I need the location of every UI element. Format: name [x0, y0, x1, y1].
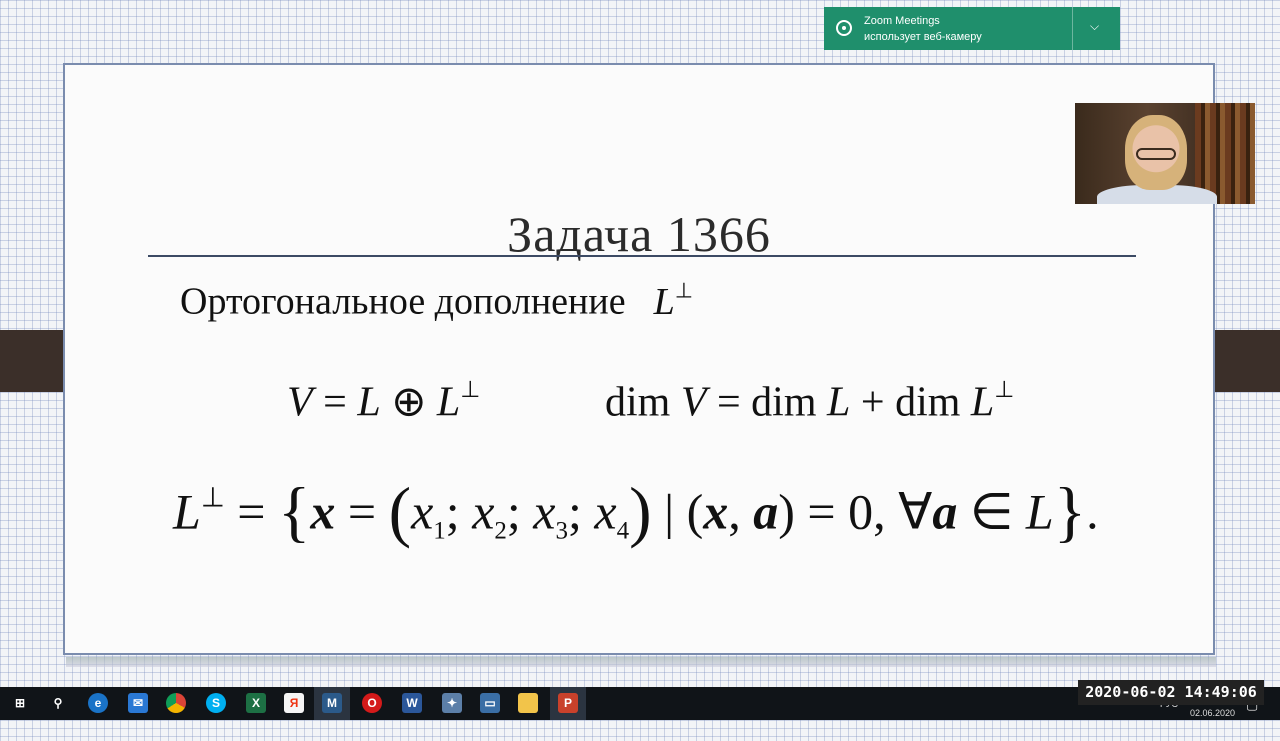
- excel-icon[interactable]: X: [246, 693, 266, 713]
- search-icon[interactable]: ⚲: [48, 693, 68, 713]
- notification-separator: [1072, 7, 1073, 50]
- webcam-notification[interactable]: Zoom Meetings использует веб-камеру ⌵: [824, 7, 1120, 50]
- webcam-video-thumbnail[interactable]: [1075, 103, 1255, 204]
- glasses: [1136, 148, 1176, 160]
- window-icon[interactable]: ▭: [480, 693, 500, 713]
- tray-date[interactable]: 02.06.2020: [1190, 708, 1235, 741]
- powerpoint-icon[interactable]: P: [558, 693, 578, 713]
- yandex-icon[interactable]: Я: [284, 693, 304, 713]
- recording-timestamp: 2020-06-02 14:49:06: [1078, 680, 1264, 705]
- webcam-icon: [836, 20, 852, 36]
- windows-start-icon[interactable]: ⊞: [10, 693, 30, 713]
- notification-message: использует веб-камеру: [864, 31, 982, 43]
- orthogonal-complement-definition: L⊥ = {x = (x1; x2; x3; x4) | (x, a) = 0,…: [173, 474, 1099, 549]
- mail-icon[interactable]: ✉: [128, 693, 148, 713]
- edge-icon[interactable]: e: [88, 693, 108, 713]
- chevron-down-icon[interactable]: ⌵: [1090, 19, 1099, 34]
- opera-icon[interactable]: O: [362, 693, 382, 713]
- chrome-icon[interactable]: [166, 693, 186, 713]
- word-icon[interactable]: W: [402, 693, 422, 713]
- presentation-slide: Задача 1366 Ортогональное дополнение L⊥ V…: [63, 63, 1215, 655]
- dimension-formula: dim V = dim L + dim L⊥: [605, 376, 1015, 426]
- slide-subtitle: Ортогональное дополнение L⊥: [180, 278, 693, 324]
- notification-app-name: Zoom Meetings: [864, 15, 940, 27]
- slide-shadow: [66, 657, 1216, 667]
- skype-icon[interactable]: S: [206, 693, 226, 713]
- l-perp-symbol: L⊥: [653, 278, 693, 323]
- network-icon[interactable]: ✦: [442, 693, 462, 713]
- title-divider: [148, 255, 1136, 257]
- subtitle-text: Ортогональное дополнение: [180, 280, 626, 323]
- folder-icon[interactable]: [518, 693, 538, 713]
- maple-icon[interactable]: M: [322, 693, 342, 713]
- direct-sum-formula: V = L ⊕ L⊥: [287, 376, 481, 426]
